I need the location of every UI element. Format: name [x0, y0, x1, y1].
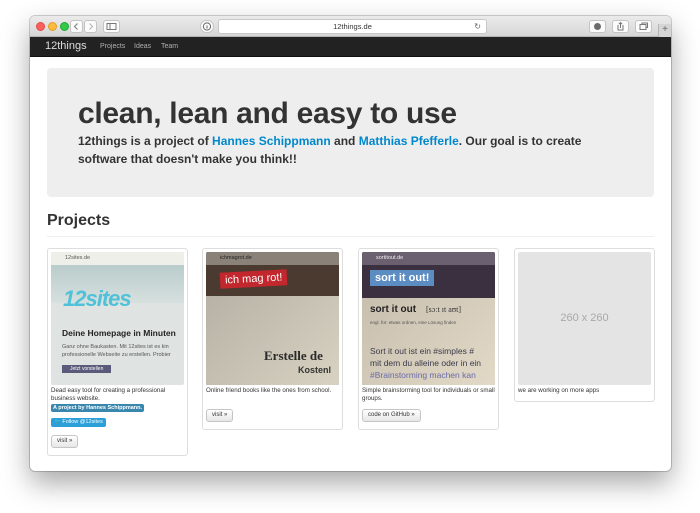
screenshot-heading: Erstelle de: [264, 348, 323, 363]
chevron-left-icon: [73, 23, 78, 30]
project-screenshot-sortitout[interactable]: sortitout.de sort it out! sort it out [s…: [362, 252, 495, 385]
project-card-ichmagrot: ichmagrot.de ich mag rot! Erstelle de Ko…: [202, 248, 343, 430]
minimize-window-button[interactable]: [48, 22, 57, 31]
site-navbar: 12things Projects Ideas Team: [30, 37, 671, 57]
browser-window: 12things.de ↻ + 12things Projects Ideas …: [30, 16, 671, 471]
screenshot-line-2: mit dem du alleine oder in ein: [370, 358, 482, 368]
placeholder-size-text: 260 x 260: [560, 312, 609, 324]
github-button[interactable]: code on GitHub »: [362, 409, 421, 422]
info-icon: [202, 22, 212, 31]
visit-button[interactable]: visit »: [206, 409, 234, 422]
hero-unit: clean, lean and easy to use 12things is …: [47, 68, 654, 197]
share-icon: [617, 21, 624, 31]
screenshot-line-3: #Brainstorming machen kan: [370, 370, 476, 380]
author-label: A project by Hannes Schippmann.: [51, 404, 145, 412]
downloads-button[interactable]: [589, 20, 606, 33]
brand-link[interactable]: 12things: [45, 40, 87, 52]
twitter-icon: 🐦: [54, 419, 61, 425]
section-divider: [47, 236, 654, 237]
follow-label: Follow @12sites: [62, 419, 103, 425]
sortitout-sign: sort it out!: [370, 270, 435, 286]
hero-tagline: 12things is a project of Hannes Schippma…: [78, 132, 618, 168]
project-caption: we are working on more apps: [518, 387, 600, 394]
project-card-placeholder: 260 x 260 we are working on more apps: [514, 248, 655, 402]
tabs-icon: [639, 22, 648, 30]
projects-heading: Projects: [47, 212, 111, 229]
screenshot-url-bar: sortitout.de: [362, 252, 495, 265]
sidebar-button[interactable]: [103, 20, 120, 33]
screenshot-line-2: professionelle Webseite zu erstellen. Pr…: [62, 352, 171, 358]
hero-title: clean, lean and easy to use: [78, 97, 457, 130]
nav-projects[interactable]: Projects: [100, 43, 125, 50]
project-caption: Online friend books like the ones from s…: [206, 387, 332, 394]
close-window-button[interactable]: [36, 22, 45, 31]
screenshot-cta: Jetzt vorstellen: [62, 365, 112, 373]
tagline-prefix: 12things is a project of: [78, 134, 213, 148]
tagline-and: and: [330, 134, 359, 148]
forward-button[interactable]: [84, 20, 97, 33]
project-screenshot-12sites[interactable]: 12sites.de 12sites Deine Homepage in Min…: [51, 252, 184, 385]
12sites-logo: 12sites: [63, 286, 132, 311]
author-hannes-link[interactable]: Hannes Schippmann: [212, 134, 331, 148]
screenshot-line-1: Ganz ohne Baukasten. Mit 12sites ist es …: [62, 344, 169, 350]
screenshot-line-2: Kostenl: [298, 365, 332, 375]
screenshot-heading: Deine Homepage in Minuten: [62, 328, 176, 338]
screenshot-phonetic: [sɔːt ɪt aʊt]: [426, 305, 462, 314]
screenshot-small-text: engl. für: etwas ordnen, eine Lösung fin…: [370, 320, 457, 325]
visit-button[interactable]: visit »: [51, 435, 79, 448]
ichmagrot-sign: ich mag rot!: [219, 269, 288, 289]
placeholder-image: 260 x 260: [518, 252, 651, 385]
project-card-12sites: 12sites.de 12sites Deine Homepage in Min…: [47, 248, 188, 456]
project-card-sortitout: sortitout.de sort it out! sort it out [s…: [358, 248, 499, 430]
twitter-follow-button[interactable]: 🐦 Follow @12sites: [51, 418, 106, 427]
back-button[interactable]: [70, 20, 83, 33]
nav-ideas[interactable]: Ideas: [134, 43, 151, 50]
download-icon: [594, 23, 601, 30]
screenshot-line-1: Sort it out ist ein #simples #: [370, 346, 474, 356]
new-tab-button[interactable]: +: [658, 24, 671, 37]
project-caption: Dead easy tool for creating a profession…: [51, 387, 166, 402]
browser-toolbar: 12things.de ↻ +: [30, 16, 671, 37]
author-matthias-link[interactable]: Matthias Pfefferle: [359, 134, 459, 148]
screenshot-heading: sort it out: [370, 304, 417, 315]
maximize-window-button[interactable]: [60, 22, 69, 31]
sidebar-icon: [106, 23, 117, 30]
tabs-button[interactable]: [635, 20, 652, 33]
project-screenshot-ichmagrot[interactable]: ichmagrot.de ich mag rot! Erstelle de Ko…: [206, 252, 339, 385]
screenshot-url-bar: ichmagrot.de: [206, 252, 339, 265]
project-caption: Simple brainstorming tool for individual…: [362, 387, 495, 402]
nav-team[interactable]: Team: [161, 43, 178, 50]
share-button[interactable]: [612, 20, 629, 33]
privacy-report-button[interactable]: [200, 20, 214, 33]
reload-icon[interactable]: ↻: [474, 20, 481, 33]
url-text: 12things.de: [333, 22, 372, 31]
screenshot-url-bar: 12sites.de: [51, 252, 184, 265]
address-bar[interactable]: 12things.de ↻: [218, 19, 487, 34]
chevron-right-icon: [89, 23, 94, 30]
